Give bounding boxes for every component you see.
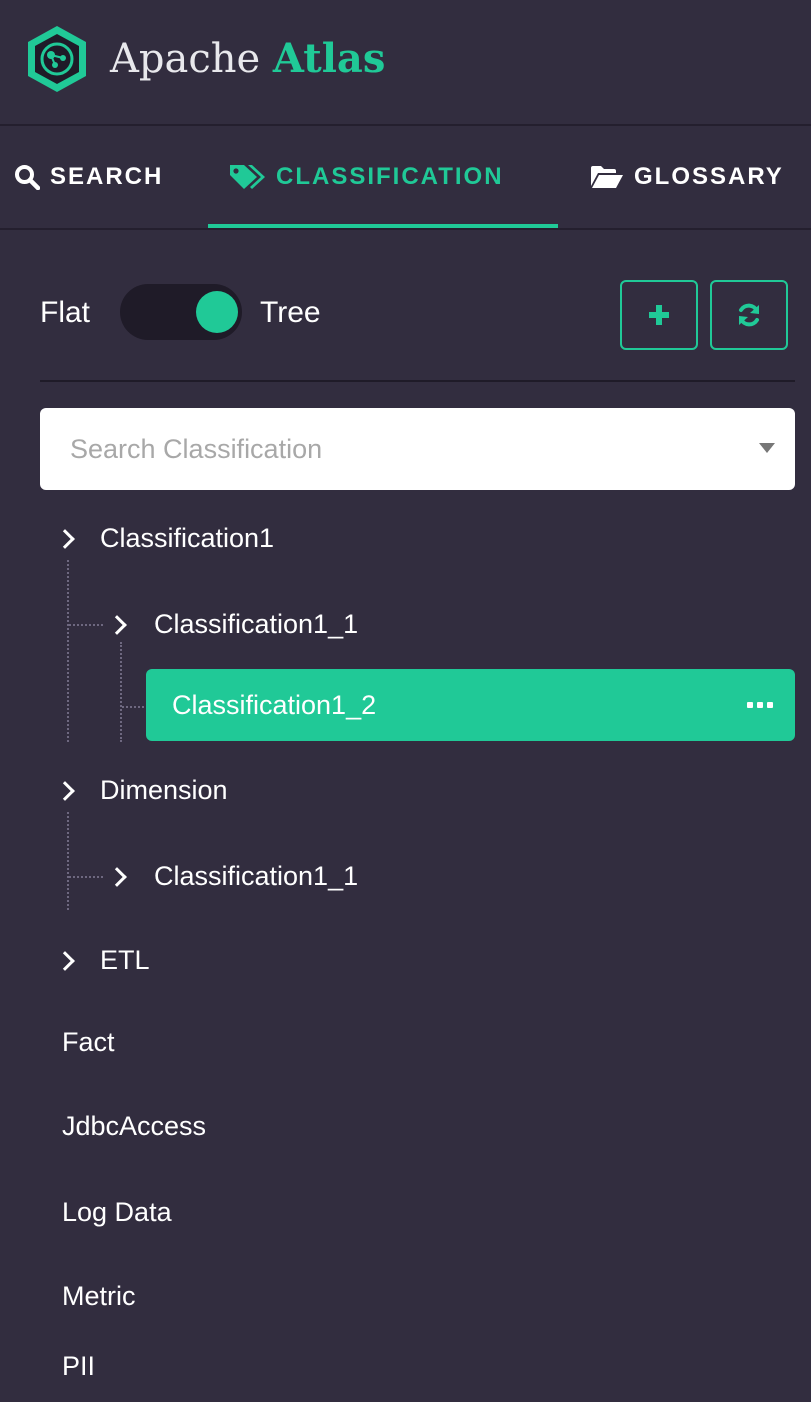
tree-guide-line <box>69 624 103 626</box>
tree-node-dimension[interactable]: Dimension <box>55 754 756 826</box>
tree-guide-line <box>67 812 69 910</box>
dropdown-caret-icon[interactable] <box>759 443 775 453</box>
tree-guide-line <box>69 876 103 878</box>
refresh-icon <box>739 303 759 327</box>
tree-node-label: Fact <box>62 1027 115 1057</box>
tab-glossary[interactable]: GLOSSARY <box>590 126 784 228</box>
tree-guide-line <box>67 560 69 742</box>
tab-classification[interactable]: CLASSIFICATION <box>228 126 504 228</box>
view-toggle-row: Flat Tree <box>40 280 795 350</box>
tree-node-label: Classification1_2 <box>172 690 377 720</box>
classification-search[interactable] <box>40 408 795 490</box>
tree-node-label: Log Data <box>62 1197 172 1227</box>
tab-glossary-label: GLOSSARY <box>634 163 784 190</box>
add-classification-button[interactable] <box>620 280 698 350</box>
tree-node-label: Classification1 <box>100 523 275 553</box>
tree-node-label: ETL <box>100 945 150 975</box>
tab-search-label: SEARCH <box>50 163 164 190</box>
tree-guide-line <box>122 706 144 708</box>
tree-node-pii[interactable]: PII <box>62 1330 762 1402</box>
tree-node-label: PII <box>62 1351 96 1381</box>
more-options-icon[interactable] <box>747 702 773 708</box>
tree-node-log-data[interactable]: Log Data <box>62 1176 762 1248</box>
tree-node-metric[interactable]: Metric <box>62 1260 762 1332</box>
search-classification-input[interactable] <box>40 408 720 490</box>
tree-node-jdbcaccess[interactable]: JdbcAccess <box>62 1090 762 1162</box>
folder-open-icon <box>591 166 623 188</box>
tree-node-label: Classification1_1 <box>154 609 359 639</box>
tree-node-classification1-2-selected[interactable]: Classification1_2 <box>146 669 795 741</box>
chevron-right-icon[interactable] <box>107 867 127 887</box>
refresh-button[interactable] <box>710 280 788 350</box>
chevron-right-icon[interactable] <box>55 529 75 549</box>
atlas-logo-icon <box>28 26 86 92</box>
chevron-right-icon[interactable] <box>55 951 75 971</box>
search-icon <box>15 165 40 190</box>
tree-node-dimension-classification1-1[interactable]: Classification1_1 <box>107 840 788 912</box>
plus-icon <box>649 305 669 325</box>
app-title-part1: Apache <box>110 36 261 82</box>
tab-search[interactable]: SEARCH <box>14 126 163 228</box>
tree-label: Tree <box>260 296 321 329</box>
tree-node-classification1[interactable]: Classification1 <box>55 502 756 574</box>
flat-label: Flat <box>40 296 91 329</box>
tab-classification-label: CLASSIFICATION <box>276 163 504 190</box>
app-header: Apache Atlas <box>0 0 811 126</box>
tree-node-label: Classification1_1 <box>154 861 359 891</box>
tree-node-fact[interactable]: Fact <box>62 1006 762 1078</box>
tree-node-label: Metric <box>62 1281 136 1311</box>
chevron-right-icon[interactable] <box>107 615 127 635</box>
tree-node-label: Dimension <box>100 775 228 805</box>
active-tab-underline <box>208 224 558 228</box>
toggle-knob <box>196 291 238 333</box>
app-title: Apache Atlas <box>110 24 385 94</box>
divider <box>40 380 795 382</box>
tree-node-etl[interactable]: ETL <box>55 924 756 996</box>
tags-icon <box>230 165 265 189</box>
nav-tabs: SEARCH CLASSIFICATION GLOSSARY <box>0 126 811 230</box>
chevron-right-icon[interactable] <box>55 781 75 801</box>
flat-tree-toggle[interactable] <box>120 284 242 340</box>
app-title-part2: Atlas <box>272 35 386 82</box>
tree-node-label: JdbcAccess <box>62 1111 207 1141</box>
tree-node-classification1-1[interactable]: Classification1_1 <box>107 588 788 660</box>
